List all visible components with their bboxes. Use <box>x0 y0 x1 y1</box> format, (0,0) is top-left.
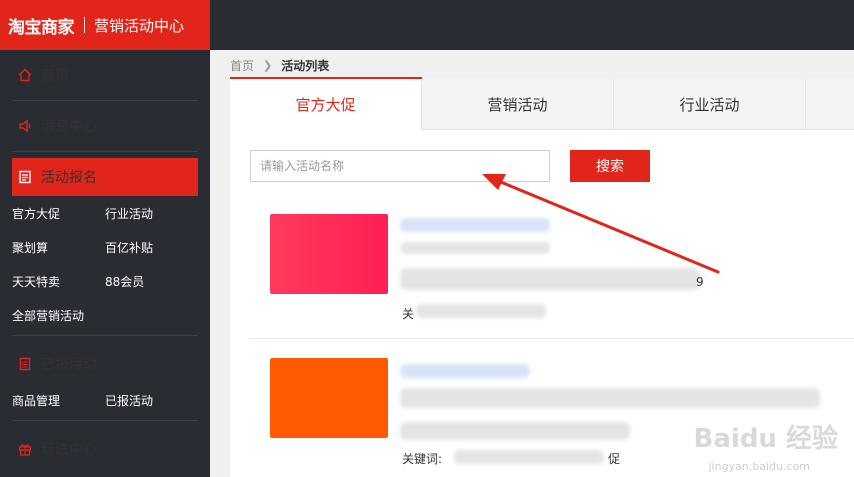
sidebar-link-all-marketing[interactable]: 全部营销活动 <box>12 307 84 324</box>
search-button[interactable]: 搜索 <box>570 150 650 182</box>
baidu-watermark-url: jingyan.baidu.com <box>708 460 810 473</box>
sidebar-link-official-promo[interactable]: 官方大促 <box>12 205 60 222</box>
sidebar-divider <box>12 335 198 336</box>
card-trailing-text: 促 <box>608 452 621 466</box>
card-divider <box>250 338 854 339</box>
brand-header[interactable]: 淘宝商家 营销活动中心 <box>0 0 210 50</box>
baidu-watermark: Baidu 经验 <box>693 424 838 454</box>
blurred-text <box>400 268 700 290</box>
sidebar-item-label: 已报活动 <box>41 357 97 373</box>
card-trailing-text: 9 <box>696 275 704 289</box>
blurred-text <box>400 422 630 440</box>
keyword-label: 关 <box>402 307 415 321</box>
sidebar-item-label: 活动报名 <box>41 170 97 186</box>
sidebar-item-activity-signup[interactable]: 活动报名 <box>12 158 198 196</box>
sidebar-divider <box>12 100 198 101</box>
sidebar-link-daily-sale[interactable]: 天天特卖 <box>12 273 60 290</box>
tab-bar: 官方大促 营销活动 行业活动 <box>230 79 854 130</box>
activity-thumbnail[interactable] <box>270 214 388 294</box>
blurred-title <box>400 364 530 378</box>
taobao-seller-logo: 淘宝商家 <box>8 17 75 38</box>
sidebar-link-88vip[interactable]: 88会员 <box>105 273 144 290</box>
blurred-title <box>400 218 550 232</box>
tab-industry[interactable]: 行业活动 <box>614 79 806 130</box>
breadcrumb: 首页 ❯ 活动列表 <box>230 57 329 74</box>
sidebar-link-reported[interactable]: 已报活动 <box>105 392 153 409</box>
document-icon <box>18 357 32 371</box>
form-icon <box>18 170 32 184</box>
megaphone-icon <box>18 119 32 133</box>
tab-official-promo[interactable]: 官方大促 <box>230 79 422 130</box>
sidebar-item-label: 玩法中心 <box>41 442 97 458</box>
tab-overflow[interactable] <box>806 79 854 130</box>
sidebar-divider <box>12 151 198 152</box>
brand-divider <box>84 17 85 33</box>
sidebar-divider <box>12 420 198 421</box>
blurred-keywords <box>454 450 604 464</box>
sidebar-item-play-center[interactable]: 玩法中心 <box>12 430 198 468</box>
sidebar-item-label: 消息中心 <box>41 119 97 135</box>
blurred-keywords <box>416 304 546 318</box>
activity-search-input[interactable] <box>250 150 550 182</box>
chevron-right-icon: ❯ <box>263 59 273 72</box>
sidebar-link-goods-manage[interactable]: 商品管理 <box>12 392 60 409</box>
sidebar-item-label: 首页 <box>41 68 69 84</box>
sidebar-link-subsidy[interactable]: 百亿补贴 <box>105 239 153 256</box>
blurred-text <box>400 388 820 408</box>
sidebar-link-juhuasuan[interactable]: 聚划算 <box>12 239 48 256</box>
activity-thumbnail[interactable] <box>270 358 388 438</box>
sidebar-item-messages[interactable]: 消息中心 <box>12 107 198 145</box>
sidebar-item-home[interactable]: 首页 <box>12 56 198 94</box>
gift-icon <box>18 442 32 456</box>
home-icon <box>18 68 32 82</box>
tab-marketing[interactable]: 营销活动 <box>422 79 614 130</box>
sidebar-link-industry[interactable]: 行业活动 <box>105 205 153 222</box>
breadcrumb-current: 活动列表 <box>281 59 330 73</box>
blurred-text <box>400 242 550 254</box>
breadcrumb-home[interactable]: 首页 <box>230 57 254 74</box>
keyword-label: 关键词: <box>402 452 443 466</box>
marketing-center-title: 营销活动中心 <box>94 16 185 35</box>
sidebar-item-reported[interactable]: 已报活动 <box>12 345 198 383</box>
